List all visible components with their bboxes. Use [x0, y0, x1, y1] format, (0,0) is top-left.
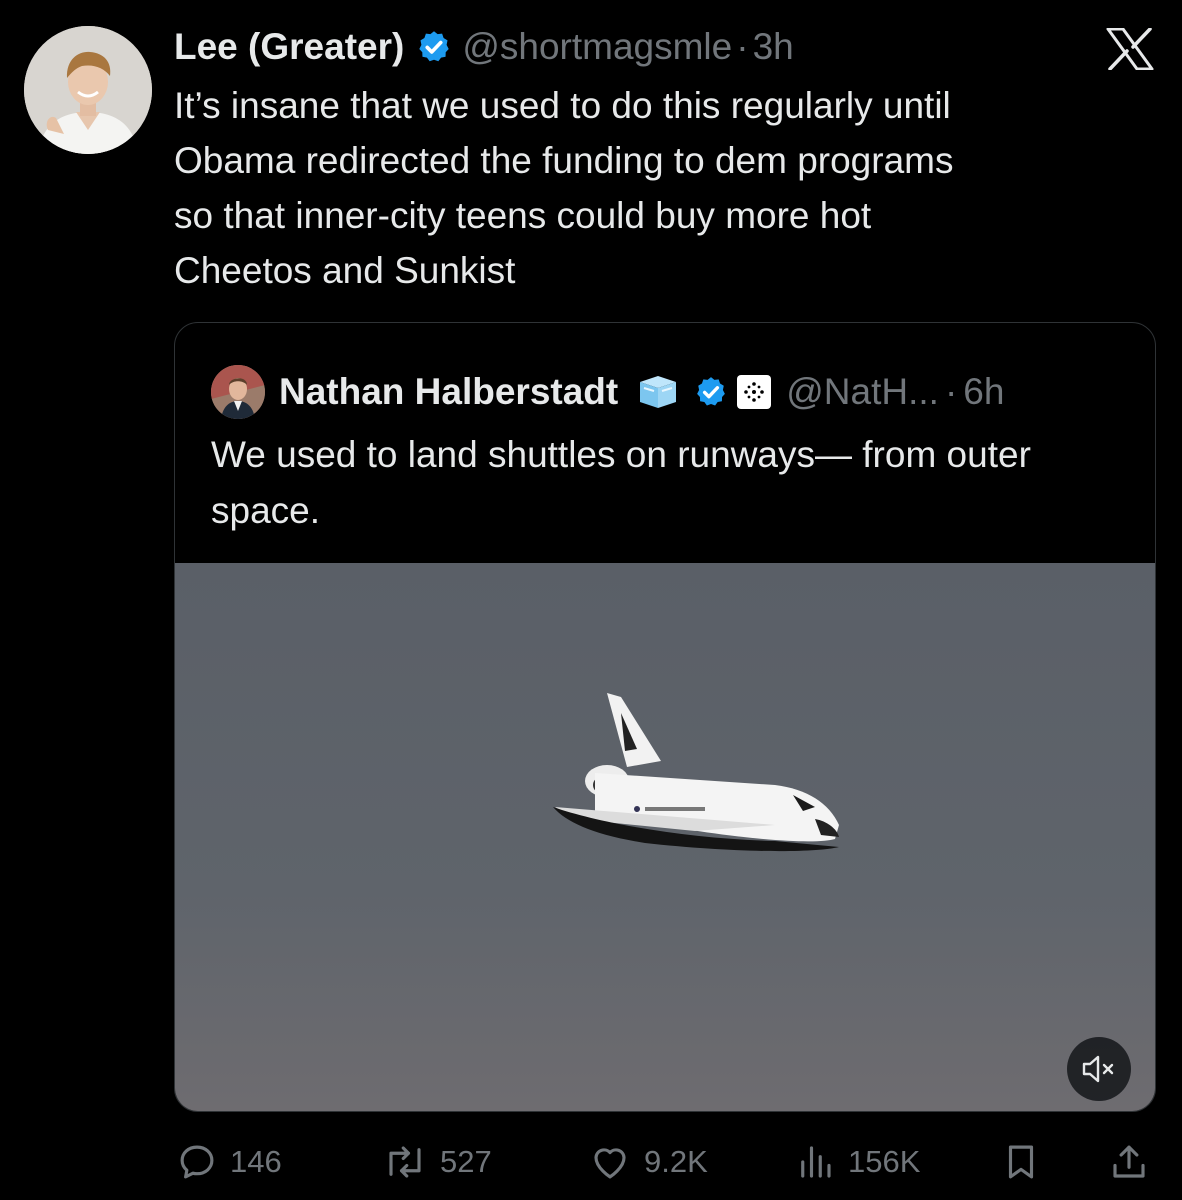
repost-icon [389, 1146, 421, 1178]
tweet-timestamp[interactable]: 3h [753, 24, 794, 70]
organization-badge-icon [736, 374, 772, 410]
quoted-author-name[interactable]: Nathan Halberstadt [279, 370, 618, 414]
share-icon [1113, 1145, 1145, 1178]
tweet-screen: Lee (Greater) @shortmagsmle · 3h It’s in… [0, 0, 1182, 1200]
tweet-text: It’s insane that we used to do this regu… [174, 85, 954, 291]
separator-dot: · [736, 26, 749, 67]
reply-button[interactable]: 146 [176, 1136, 282, 1188]
repost-count: 527 [440, 1144, 492, 1179]
verified-badge-icon [416, 29, 452, 65]
author-avatar[interactable] [24, 26, 152, 154]
quoted-tweet-timestamp[interactable]: 6h [963, 370, 1004, 414]
like-count: 9.2K [644, 1144, 708, 1179]
repost-button[interactable]: 527 [382, 1136, 492, 1188]
like-button[interactable]: 9.2K [588, 1136, 708, 1188]
views-button[interactable]: 156K [794, 1136, 920, 1188]
quoted-tweet-video[interactable] [175, 563, 1155, 1111]
quoted-tweet-text: We used to land shuttles on runways— fro… [211, 434, 1031, 531]
author-handle[interactable]: @shortmagsmle [462, 24, 732, 70]
ice-cube-emoji-icon [636, 374, 680, 410]
share-button[interactable] [1108, 1136, 1162, 1188]
tweet-action-bar: 146 527 9.2K 156K [0, 1136, 1182, 1188]
views-count: 156K [848, 1144, 921, 1179]
heart-icon [594, 1148, 626, 1179]
reply-icon [180, 1145, 214, 1179]
x-logo-icon[interactable] [1106, 27, 1154, 71]
speaker-muted-icon [1082, 1055, 1114, 1083]
bookmark-button[interactable] [1000, 1136, 1054, 1188]
views-icon [801, 1146, 831, 1178]
quoted-tweet-card[interactable]: Nathan Halberstadt @NatH... · 6h We used… [174, 322, 1156, 1112]
mute-toggle-button[interactable] [1067, 1037, 1131, 1101]
quoted-author-avatar[interactable] [211, 365, 265, 419]
quoted-tweet-header: Nathan Halberstadt @NatH... · 6h [211, 365, 1004, 419]
reply-count: 146 [230, 1144, 282, 1179]
verified-badge-icon [694, 375, 728, 409]
separator-dot: · [944, 371, 958, 412]
quoted-author-handle[interactable]: @NatH... [786, 370, 939, 414]
bookmark-icon [1008, 1145, 1034, 1179]
tweet-header: Lee (Greater) @shortmagsmle · 3h [174, 24, 794, 70]
author-name[interactable]: Lee (Greater) [174, 24, 404, 70]
